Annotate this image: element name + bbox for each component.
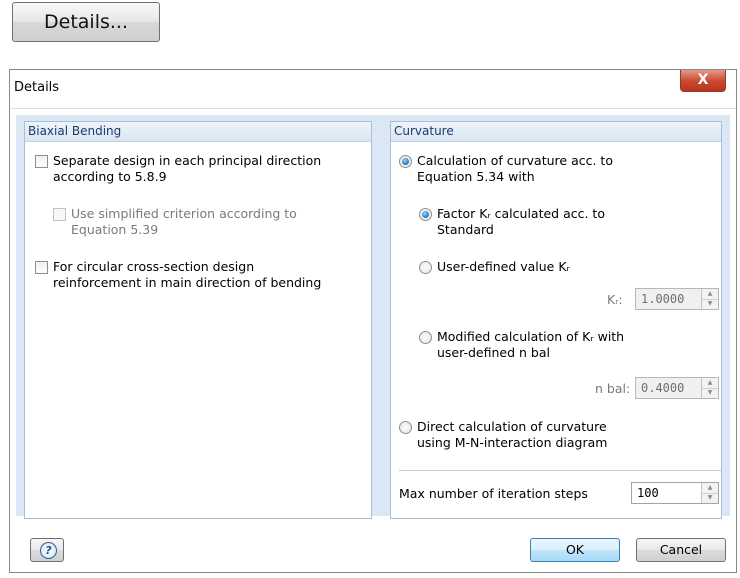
separate-design-label-line2: according to 5.8.9 (53, 169, 167, 184)
simplified-criterion-label-line1: Use simplified criterion according to (71, 206, 297, 221)
kr-field-label: Kᵣ: (607, 292, 623, 307)
separate-design-label-line1: Separate design in each principal direct… (53, 153, 322, 168)
modified-calc-radio[interactable] (419, 331, 432, 344)
nbal-down-arrow-icon[interactable]: ▼ (702, 388, 718, 398)
kr-spin-buttons: ▲ ▼ (701, 289, 718, 309)
kr-down-arrow-icon[interactable]: ▼ (702, 299, 718, 309)
direct-calc-label-line1: Direct calculation of curvature (417, 419, 607, 434)
help-button[interactable]: ? (30, 538, 64, 562)
calc-equation-radio[interactable] (399, 155, 412, 168)
close-icon: X (697, 72, 709, 88)
factor-kr-radio[interactable] (419, 208, 432, 221)
user-kr-radio[interactable] (419, 261, 432, 274)
max-iterations-spin-buttons: ▲ ▼ (701, 483, 718, 503)
circular-section-checkbox[interactable] (35, 261, 48, 274)
details-button[interactable]: Details... (12, 2, 160, 42)
close-button[interactable]: X (680, 70, 726, 92)
separate-design-checkbox[interactable] (35, 155, 48, 168)
simplified-criterion-label-line2: Equation 5.39 (71, 222, 159, 237)
biaxial-bending-title: Biaxial Bending (28, 124, 122, 138)
dialog-titlebar: Details X (10, 70, 736, 109)
user-kr-label: User-defined value Kᵣ (437, 259, 570, 274)
max-iterations-down-arrow-icon[interactable]: ▼ (702, 493, 718, 503)
circular-section-label-line2: reinforcement in main direction of bendi… (53, 275, 322, 290)
biaxial-bending-header: Biaxial Bending (25, 122, 371, 142)
ok-button[interactable]: OK (530, 538, 620, 562)
max-iterations-value: 100 (637, 486, 659, 500)
calc-equation-label-line2: Equation 5.34 with (417, 169, 535, 184)
biaxial-bending-group: Biaxial Bending Separate design in each … (24, 121, 372, 519)
modified-calc-label-line2: user-defined n bal (437, 345, 550, 360)
nbal-value: 0.4000 (641, 381, 685, 395)
nbal-spin-buttons: ▲ ▼ (701, 378, 718, 398)
factor-kr-label-line1: Factor Kᵣ calculated acc. to (437, 206, 605, 221)
curvature-header: Curvature (391, 122, 721, 142)
factor-kr-label-line2: Standard (437, 222, 494, 237)
cancel-button[interactable]: Cancel (636, 538, 726, 562)
direct-calc-radio[interactable] (399, 421, 412, 434)
max-iterations-label: Max number of iteration steps (399, 486, 588, 501)
curvature-separator (399, 470, 721, 471)
curvature-title: Curvature (394, 124, 454, 138)
modified-calc-label-line1: Modified calculation of Kᵣ with (437, 329, 625, 344)
nbal-field-label: n bal: (595, 381, 631, 396)
help-icon: ? (40, 542, 57, 559)
direct-calc-label-line2: using M-N-interaction diagram (417, 435, 608, 450)
curvature-group: Curvature Calculation of curvature acc. … (390, 121, 722, 519)
kr-spinbox[interactable]: 1.0000 ▲ ▼ (635, 288, 719, 310)
calc-equation-label-line1: Calculation of curvature acc. to (417, 153, 613, 168)
kr-value: 1.0000 (641, 292, 685, 306)
max-iterations-spinbox[interactable]: 100 ▲ ▼ (631, 482, 719, 504)
circular-section-label-line1: For circular cross-section design (53, 259, 255, 274)
simplified-criterion-checkbox[interactable] (53, 208, 66, 221)
nbal-spinbox[interactable]: 0.4000 ▲ ▼ (635, 377, 719, 399)
dialog-title: Details (14, 80, 60, 95)
